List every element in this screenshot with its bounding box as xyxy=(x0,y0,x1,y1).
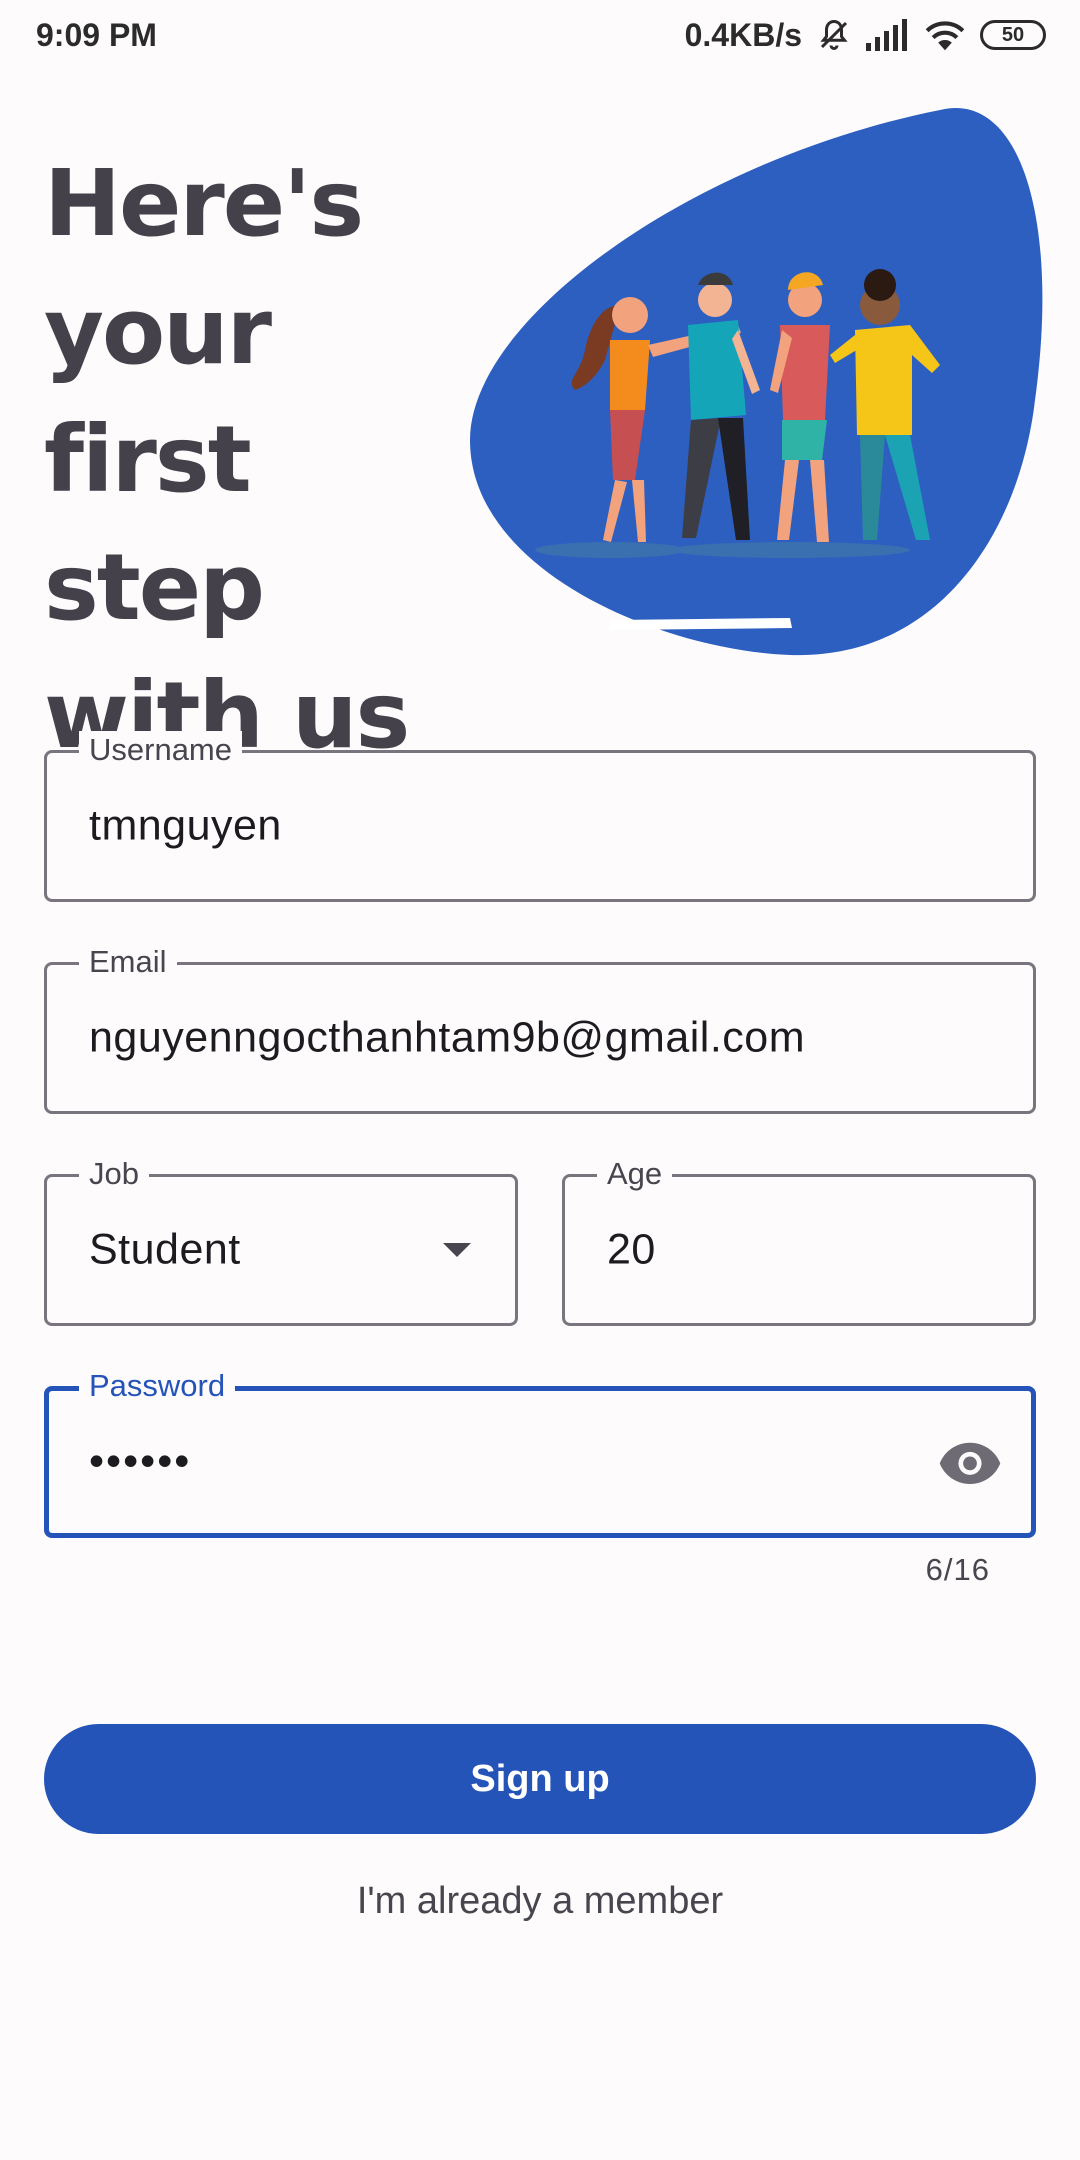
username-field[interactable]: Username tmnguyen xyxy=(44,731,1036,902)
email-value: nguyenngocthanhtam9b@gmail.com xyxy=(89,1013,806,1062)
username-label: Username xyxy=(79,731,242,769)
password-field[interactable]: Password •••••• xyxy=(44,1367,1036,1538)
friends-illustration xyxy=(470,107,1043,656)
password-label: Password xyxy=(79,1367,236,1405)
email-field[interactable]: Email nguyenngocthanhtam9b@gmail.com xyxy=(44,943,1036,1114)
status-bar: 9:09 PM 0.4KB/s 50 xyxy=(0,0,1080,70)
username-value: tmnguyen xyxy=(89,801,282,850)
dropdown-arrow-icon[interactable] xyxy=(443,1243,471,1257)
wifi-icon xyxy=(925,21,965,51)
job-label: Job xyxy=(79,1155,149,1193)
job-value: Student xyxy=(89,1225,241,1274)
job-dropdown[interactable]: Job Student xyxy=(44,1155,518,1326)
battery-icon: 50 xyxy=(980,20,1046,50)
password-value: •••••• xyxy=(89,1437,192,1486)
mute-bell-icon xyxy=(820,19,848,50)
status-icons: 0.4KB/s 50 xyxy=(685,17,1046,54)
already-member-link[interactable]: I'm already a member xyxy=(0,1880,1080,1923)
network-speed: 0.4KB/s xyxy=(684,16,802,53)
age-field[interactable]: Age 20 xyxy=(562,1155,1036,1326)
status-time: 9:09 PM xyxy=(36,16,157,53)
email-label: Email xyxy=(79,943,177,981)
age-label: Age xyxy=(597,1155,673,1193)
page-title: Here's your first step with us xyxy=(44,150,410,769)
eye-icon[interactable] xyxy=(937,1429,1003,1495)
password-char-counter: 6/16 xyxy=(925,1552,990,1587)
signal-icon xyxy=(866,19,907,51)
age-value: 20 xyxy=(607,1225,656,1274)
sign-up-button[interactable]: Sign up xyxy=(44,1724,1036,1834)
